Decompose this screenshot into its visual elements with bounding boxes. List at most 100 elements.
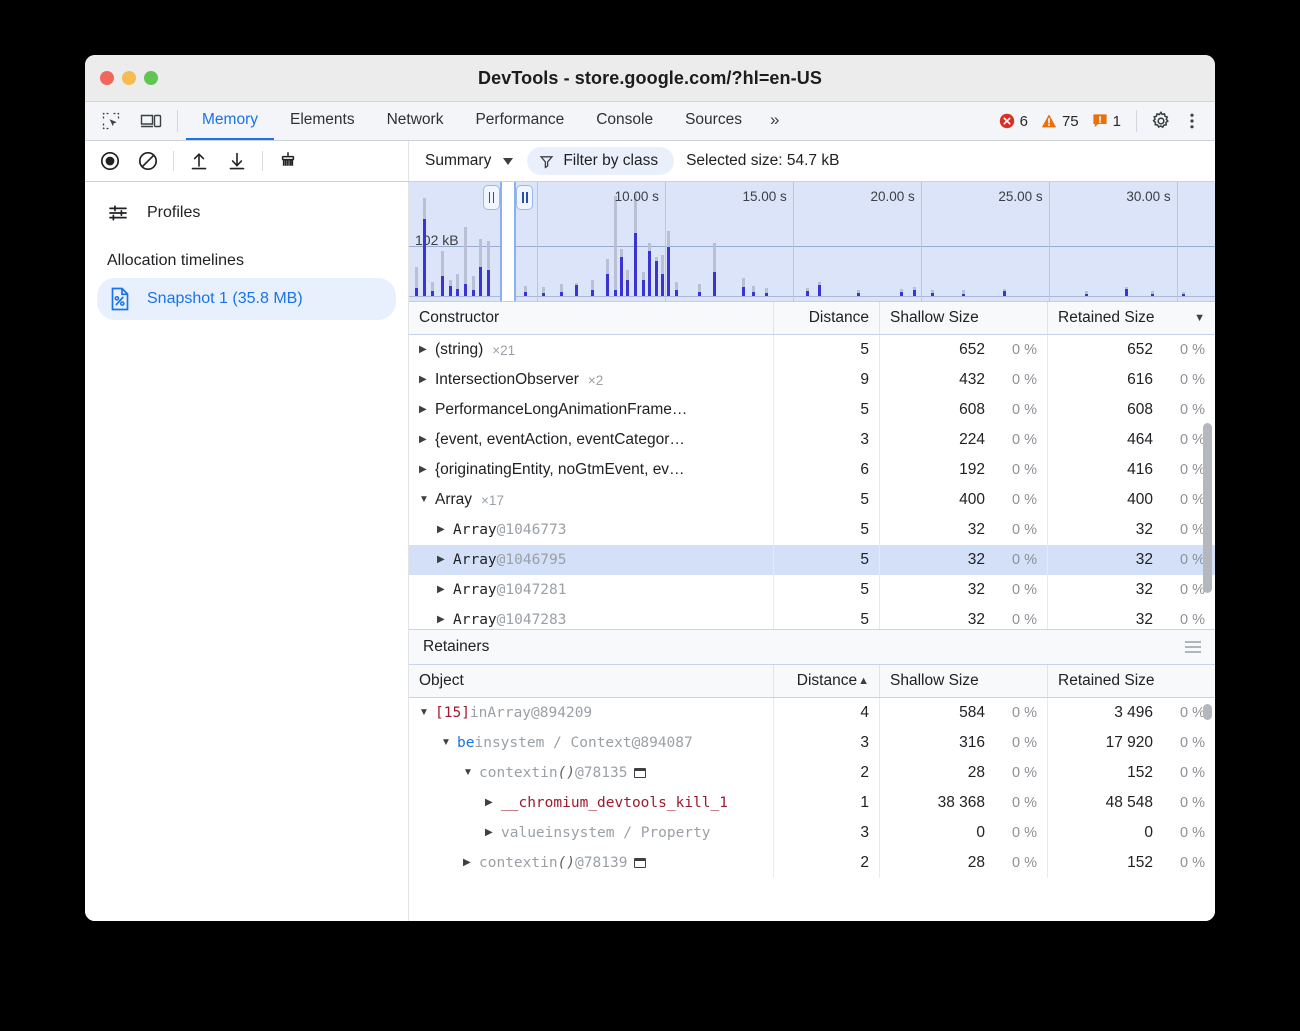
twisty-collapsed-icon[interactable]: ▶ — [437, 615, 446, 625]
shallow-size-cell-value: 400 — [890, 491, 985, 509]
sidebar-item-profiles[interactable]: Profiles — [85, 192, 408, 234]
twisty-collapsed-icon[interactable]: ▶ — [437, 585, 446, 595]
record-icon[interactable] — [97, 148, 123, 174]
tab-elements[interactable]: Elements — [274, 102, 371, 140]
constructor-row[interactable]: ▶(string)×2156520 %6520 % — [409, 335, 1215, 365]
selection-handle-left[interactable] — [483, 185, 500, 210]
gear-icon[interactable] — [1148, 108, 1174, 134]
action-divider-2 — [262, 151, 263, 171]
object-count: ×2 — [588, 373, 603, 388]
retained-size-cell-percent: 0 % — [1153, 612, 1205, 628]
twisty-collapsed-icon[interactable]: ▶ — [419, 405, 428, 415]
tab-sources[interactable]: Sources — [669, 102, 758, 140]
retained-size-cell-percent: 0 % — [1153, 552, 1205, 568]
load-profile-icon[interactable] — [186, 148, 212, 174]
save-profile-icon[interactable] — [224, 148, 250, 174]
shallow-size-cell: 2240 % — [879, 425, 1047, 455]
overview-selection-window[interactable] — [500, 182, 517, 301]
retainer-type: () — [558, 855, 575, 871]
column-header-retainers-shallow-size[interactable]: Shallow Size — [879, 665, 1047, 697]
shallow-size-cell: 320 % — [879, 515, 1047, 545]
constructor-row[interactable]: ▶{event, eventAction, eventCategor…32240… — [409, 425, 1215, 455]
clear-icon[interactable] — [135, 148, 161, 174]
twisty-collapsed-icon[interactable]: ▶ — [437, 555, 446, 565]
overview-time-label: 15.00 s — [743, 189, 787, 204]
retainer-retained-size-cell-value: 17 920 — [1058, 734, 1153, 752]
memory-panes: 102 kB 5.00 s10.00 s15.00 s20.00 s25.00 … — [409, 182, 1215, 921]
twisty-collapsed-icon[interactable]: ▶ — [485, 828, 494, 838]
retainers-rows[interactable]: ▼[15] in Array @89420945840 %3 4960 %▼be… — [409, 698, 1215, 921]
retainer-row[interactable]: ▶__chromium_devtools_kill_1138 3680 %48 … — [409, 788, 1215, 818]
retained-size-cell: 320 % — [1047, 605, 1215, 629]
constructor-row[interactable]: ▶Array @10467735320 %320 % — [409, 515, 1215, 545]
twisty-collapsed-icon[interactable]: ▶ — [419, 345, 428, 355]
retained-size-cell-value: 32 — [1058, 581, 1153, 599]
tab-memory[interactable]: Memory — [186, 102, 274, 140]
retained-size-cell-percent: 0 % — [1153, 462, 1205, 478]
twisty-collapsed-icon[interactable]: ▶ — [463, 858, 472, 868]
twisty-expanded-icon[interactable]: ▼ — [419, 495, 428, 505]
twisty-collapsed-icon[interactable]: ▶ — [419, 435, 428, 445]
column-header-retained-size[interactable]: Retained Size ▼ — [1047, 302, 1215, 334]
constructors-grid: Constructor Distance Shallow Size Retain… — [409, 302, 1215, 629]
twisty-expanded-icon[interactable]: ▼ — [463, 768, 472, 778]
constructor-row[interactable]: ▶PerformanceLongAnimationFrame…56080 %60… — [409, 395, 1215, 425]
view-select[interactable]: Summary — [421, 152, 517, 170]
twisty-collapsed-icon[interactable]: ▶ — [485, 798, 494, 808]
retainer-row[interactable]: ▼be in system / Context @89408733160 %17… — [409, 728, 1215, 758]
more-tabs-button[interactable]: » — [758, 102, 791, 140]
shallow-size-cell-percent: 0 % — [985, 582, 1037, 598]
retainer-row[interactable]: ▶value in system / Property300 %00 % — [409, 818, 1215, 848]
constructor-row[interactable]: ▶Array @10472815320 %320 % — [409, 575, 1215, 605]
sidebar-item-snapshot-1[interactable]: Snapshot 1 (35.8 MB) — [97, 278, 396, 320]
column-header-constructor[interactable]: Constructor — [409, 302, 773, 334]
column-header-object[interactable]: Object — [409, 665, 773, 697]
retainer-key: be — [457, 735, 474, 751]
retainer-row[interactable]: ▶context in () @781392280 %1520 % — [409, 848, 1215, 878]
retainer-key: context — [479, 855, 540, 871]
selected-size-label: Selected size: 54.7 kB — [686, 152, 839, 170]
retained-size-cell-percent: 0 % — [1153, 402, 1205, 418]
constructors-rows[interactable]: ▶(string)×2156520 %6520 %▶IntersectionOb… — [409, 335, 1215, 629]
issue-counter[interactable]: 1 — [1088, 113, 1125, 130]
collect-garbage-icon[interactable] — [275, 148, 301, 174]
retainer-shallow-size-cell: 280 % — [879, 848, 1047, 878]
constructors-scrollbar[interactable] — [1203, 423, 1212, 593]
retainer-key: context — [479, 765, 540, 781]
tab-performance[interactable]: Performance — [459, 102, 580, 140]
column-header-distance[interactable]: Distance — [773, 302, 879, 334]
twisty-collapsed-icon[interactable]: ▶ — [437, 525, 446, 535]
retainer-shallow-size-cell-percent: 0 % — [985, 855, 1037, 871]
twisty-collapsed-icon[interactable]: ▶ — [419, 465, 428, 475]
more-vertical-icon[interactable] — [1179, 108, 1205, 134]
error-counter[interactable]: 6 — [995, 113, 1032, 130]
twisty-expanded-icon[interactable]: ▼ — [441, 738, 450, 748]
constructor-row[interactable]: ▼Array×1754000 %4000 % — [409, 485, 1215, 515]
tab-network[interactable]: Network — [371, 102, 460, 140]
column-header-retainers-retained-size[interactable]: Retained Size — [1047, 665, 1215, 697]
constructor-name: Array — [453, 552, 497, 568]
allocation-timeline-overview[interactable]: 102 kB 5.00 s10.00 s15.00 s20.00 s25.00 … — [409, 182, 1215, 302]
object-address: @1046773 — [497, 522, 567, 538]
retainers-scrollbar[interactable] — [1203, 704, 1212, 720]
selection-handle-right[interactable] — [516, 185, 533, 210]
tab-console[interactable]: Console — [580, 102, 669, 140]
filter-input[interactable]: Filter by class — [527, 147, 674, 175]
retainer-retained-size-cell-value: 3 496 — [1058, 704, 1153, 722]
warning-counter[interactable]: 75 — [1037, 113, 1083, 130]
column-header-retainers-distance[interactable]: Distance ▲ — [773, 665, 879, 697]
hamburger-icon[interactable] — [1185, 641, 1201, 653]
retainer-row[interactable]: ▼[15] in Array @89420945840 %3 4960 % — [409, 698, 1215, 728]
issue-count: 1 — [1113, 113, 1121, 130]
constructor-name-cell: ▶Array @1046795 — [409, 545, 773, 575]
inspect-element-icon[interactable] — [98, 108, 124, 134]
constructor-row[interactable]: ▶Array @10467955320 %320 % — [409, 545, 1215, 575]
twisty-collapsed-icon[interactable]: ▶ — [419, 375, 428, 385]
column-header-shallow-size[interactable]: Shallow Size — [879, 302, 1047, 334]
twisty-expanded-icon[interactable]: ▼ — [419, 708, 428, 718]
device-toolbar-icon[interactable] — [138, 108, 164, 134]
constructor-row[interactable]: ▶Array @10472835320 %320 % — [409, 605, 1215, 629]
retainer-row[interactable]: ▼context in () @781352280 %1520 % — [409, 758, 1215, 788]
constructor-row[interactable]: ▶IntersectionObserver×294320 %6160 % — [409, 365, 1215, 395]
constructor-row[interactable]: ▶{originatingEntity, noGtmEvent, ev…6192… — [409, 455, 1215, 485]
